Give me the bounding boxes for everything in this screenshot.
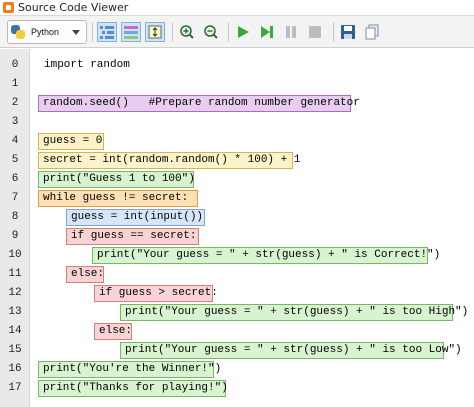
- code-block-print: print("You're the Winner!"): [38, 361, 221, 378]
- code-block-print: print("Guess 1 to 100"): [38, 171, 195, 188]
- stop-icon: [309, 26, 321, 38]
- line-number: 15: [8, 344, 22, 356]
- toolbar: Python: [0, 16, 474, 48]
- run-button[interactable]: [233, 22, 253, 42]
- line-number: 17: [8, 382, 22, 394]
- toolbar-separator: [333, 22, 334, 42]
- code-block-while: while guess != secret:: [38, 190, 198, 207]
- chevron-down-icon: [72, 30, 80, 35]
- zoom-in-icon: [180, 25, 194, 39]
- copy-button[interactable]: [362, 22, 382, 42]
- line-number: 11: [8, 268, 22, 280]
- title-bar: Source Code Viewer: [0, 0, 474, 16]
- python-icon: [11, 25, 25, 39]
- save-icon: [341, 25, 355, 39]
- line-number: 3: [11, 116, 19, 128]
- copy-icon: [365, 24, 379, 40]
- zoom-in-button[interactable]: [177, 22, 197, 42]
- save-button[interactable]: [338, 22, 358, 42]
- code-block-assignment: secret = int(random.random() * 100) + 1: [38, 152, 300, 169]
- line-number: 10: [8, 249, 22, 261]
- toolbar-separator: [228, 22, 229, 42]
- language-select[interactable]: Python: [7, 20, 87, 44]
- code-editor[interactable]: import random random.seed() #Prepare ran…: [31, 49, 474, 407]
- line-number: 5: [11, 154, 19, 166]
- line-number: 2: [11, 97, 19, 109]
- line-number: 16: [8, 363, 22, 375]
- view-colors-icon: [124, 26, 138, 39]
- stop-button[interactable]: [305, 22, 325, 42]
- zoom-out-icon: [204, 25, 218, 39]
- language-label: Python: [31, 27, 60, 37]
- line-number: 0: [11, 59, 19, 71]
- fit-button[interactable]: [145, 22, 165, 42]
- pause-button[interactable]: [281, 22, 301, 42]
- line-number: 13: [8, 306, 22, 318]
- toolbar-separator: [92, 22, 93, 42]
- code-block-print: print("Your guess = " + str(guess) + " i…: [120, 304, 468, 321]
- view-blocks-icon: [100, 26, 114, 39]
- code-block-print: print("Your guess = " + str(guess) + " i…: [120, 342, 462, 359]
- window-title: Source Code Viewer: [18, 1, 129, 14]
- pause-icon: [286, 26, 296, 38]
- code-block-print: print("Your guess = " + str(guess) + " i…: [92, 247, 440, 264]
- toolbar-separator: [172, 22, 173, 42]
- zoom-out-button[interactable]: [201, 22, 221, 42]
- line-number: 4: [11, 135, 19, 147]
- code-block-assignment: guess = int(input()): [66, 209, 205, 226]
- code-block-if: if guess > secret:: [94, 285, 218, 302]
- step-icon: [261, 26, 273, 38]
- code-block-if: if guess == secret:: [66, 228, 199, 245]
- code-block-assignment: guess = 0: [38, 133, 104, 150]
- line-number: 1: [11, 78, 19, 90]
- step-button[interactable]: [257, 22, 277, 42]
- line-number: 12: [8, 287, 22, 299]
- run-icon: [238, 26, 249, 38]
- line-number: 8: [11, 211, 19, 223]
- code-block-statement: random.seed() #Prepare random number gen…: [38, 95, 360, 112]
- code-block-print: print("Thanks for playing!"): [38, 380, 228, 397]
- code-block-else: else:: [94, 323, 132, 340]
- code-block-else: else:: [66, 266, 104, 283]
- fit-icon: [148, 25, 162, 39]
- line-number: 7: [11, 192, 19, 204]
- line-number-gutter: 0 1 2 3 4 5 6 7 8 9 10 11 12 13 14 15 16…: [0, 49, 30, 407]
- code-line: import random: [44, 59, 130, 71]
- app-icon: [3, 2, 14, 13]
- line-number: 9: [11, 230, 19, 242]
- view-colors-button[interactable]: [121, 22, 141, 42]
- line-number: 14: [8, 325, 22, 337]
- line-number: 6: [11, 173, 19, 185]
- view-blocks-button[interactable]: [97, 22, 117, 42]
